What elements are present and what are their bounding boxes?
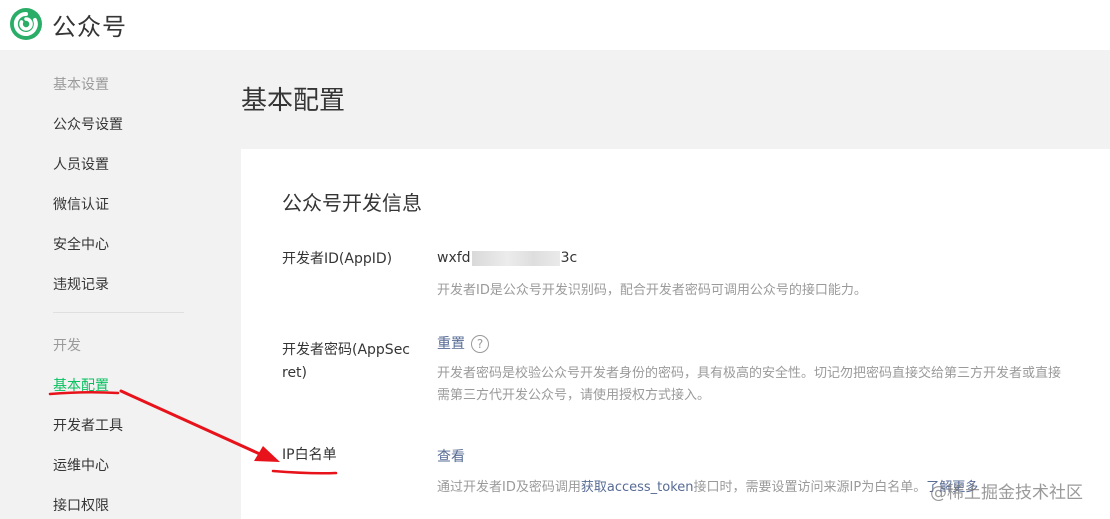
secret-label-line1: 开发者密码(AppSec [282, 342, 411, 358]
secret-label: 开发者密码(AppSec ret) [282, 339, 412, 385]
dev-info-panel: 公众号开发信息 开发者ID(AppID) wxfd 3c 开发者ID是公众号开发识… [241, 149, 1110, 519]
ip-whitelist-label: IP白名单 [282, 447, 337, 463]
sidebar-item-dev-tools[interactable]: 开发者工具 [53, 415, 123, 435]
logo-icon[interactable] [8, 6, 44, 42]
secret-desc: 开发者密码是校验公众号开发者身份的密码，具有极高的安全性。切记勿把密码直接交给第… [437, 363, 1061, 407]
sidebar-item-security[interactable]: 安全中心 [53, 234, 109, 254]
sidebar-item-staff-settings[interactable]: 人员设置 [53, 154, 109, 174]
secret-desc-line2: 需第三方代开发公众号，请使用授权方式接入。 [437, 388, 711, 403]
secret-desc-line1: 开发者密码是校验公众号开发者身份的密码，具有极高的安全性。切记勿把密码直接交给第… [437, 366, 1062, 381]
help-icon[interactable]: ? [471, 335, 489, 353]
appid-value[interactable]: wxfd 3c [437, 250, 577, 266]
sidebar-item-api-permissions[interactable]: 接口权限 [53, 495, 109, 515]
appid-suffix: 3c [560, 250, 578, 266]
sidebar-item-wechat-verify[interactable]: 微信认证 [53, 194, 109, 214]
ip-whitelist-desc: 通过开发者ID及密码调用获取access_token接口时，需要设置访问来源IP… [437, 477, 978, 499]
sidebar: 基本设置 公众号设置 人员设置 微信认证 安全中心 违规记录 开发 基本配置 开… [0, 50, 241, 519]
appid-prefix: wxfd [437, 250, 471, 266]
watermark: @稀土掘金技术社区 [930, 483, 1083, 503]
reset-secret-link[interactable]: 重置 [437, 336, 465, 352]
appid-desc: 开发者ID是公众号开发识别码，配合开发者密码可调用公众号的接口能力。 [437, 283, 867, 298]
view-ip-whitelist-link[interactable]: 查看 [437, 446, 465, 466]
brand-title[interactable]: 公众号 [52, 7, 127, 42]
sidebar-divider [53, 312, 184, 313]
ip-desc-middle: 接口时，需要设置访问来源IP为白名单。 [693, 480, 927, 495]
appid-label: 开发者ID(AppID) [282, 251, 393, 267]
view-link[interactable]: 查看 [437, 449, 465, 465]
sidebar-section-basic: 基本设置 [53, 77, 109, 93]
sidebar-item-basic-config[interactable]: 基本配置 [53, 375, 109, 395]
top-bar: 公众号 [0, 0, 1110, 50]
secret-label-line2: ret) [282, 365, 308, 381]
sidebar-item-account-settings[interactable]: 公众号设置 [53, 114, 123, 134]
panel-title: 公众号开发信息 [282, 191, 422, 215]
secret-actions: 重置? [437, 333, 489, 353]
sidebar-section-dev: 开发 [53, 338, 81, 354]
sidebar-item-ops-center[interactable]: 运维中心 [53, 455, 109, 475]
page-title: 基本配置 [241, 86, 346, 116]
ip-desc-prefix: 通过开发者ID及密码调用 [437, 480, 581, 495]
appid-redacted [471, 250, 560, 266]
sidebar-item-violations[interactable]: 违规记录 [53, 274, 109, 294]
access-token-link[interactable]: 获取access_token [581, 480, 694, 495]
